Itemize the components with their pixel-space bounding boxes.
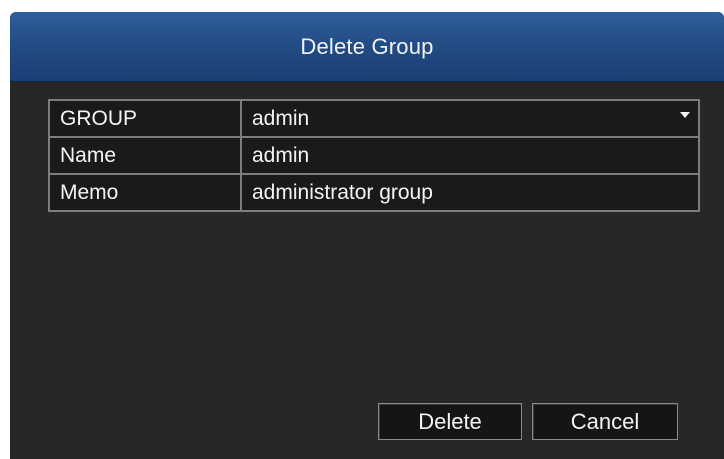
form-row-group: GROUP admin xyxy=(50,101,698,136)
group-label: GROUP xyxy=(50,101,242,136)
cancel-button[interactable]: Cancel xyxy=(532,403,678,440)
group-form: GROUP admin Name admin Memo administrato… xyxy=(48,99,700,212)
delete-button[interactable]: Delete xyxy=(378,403,522,440)
name-value: admin xyxy=(252,143,310,167)
delete-group-dialog: Delete Group GROUP admin Name admin Memo… xyxy=(10,12,724,459)
dialog-titlebar: Delete Group xyxy=(10,12,724,82)
group-select-value: admin xyxy=(252,106,310,130)
group-select[interactable]: admin xyxy=(242,101,698,136)
name-label: Name xyxy=(50,138,242,173)
dialog-title: Delete Group xyxy=(300,33,434,59)
chevron-down-icon[interactable] xyxy=(680,112,690,118)
memo-label: Memo xyxy=(50,175,242,210)
memo-value: administrator group xyxy=(252,180,433,204)
form-row-name: Name admin xyxy=(50,136,698,173)
form-row-memo: Memo administrator group xyxy=(50,173,698,210)
